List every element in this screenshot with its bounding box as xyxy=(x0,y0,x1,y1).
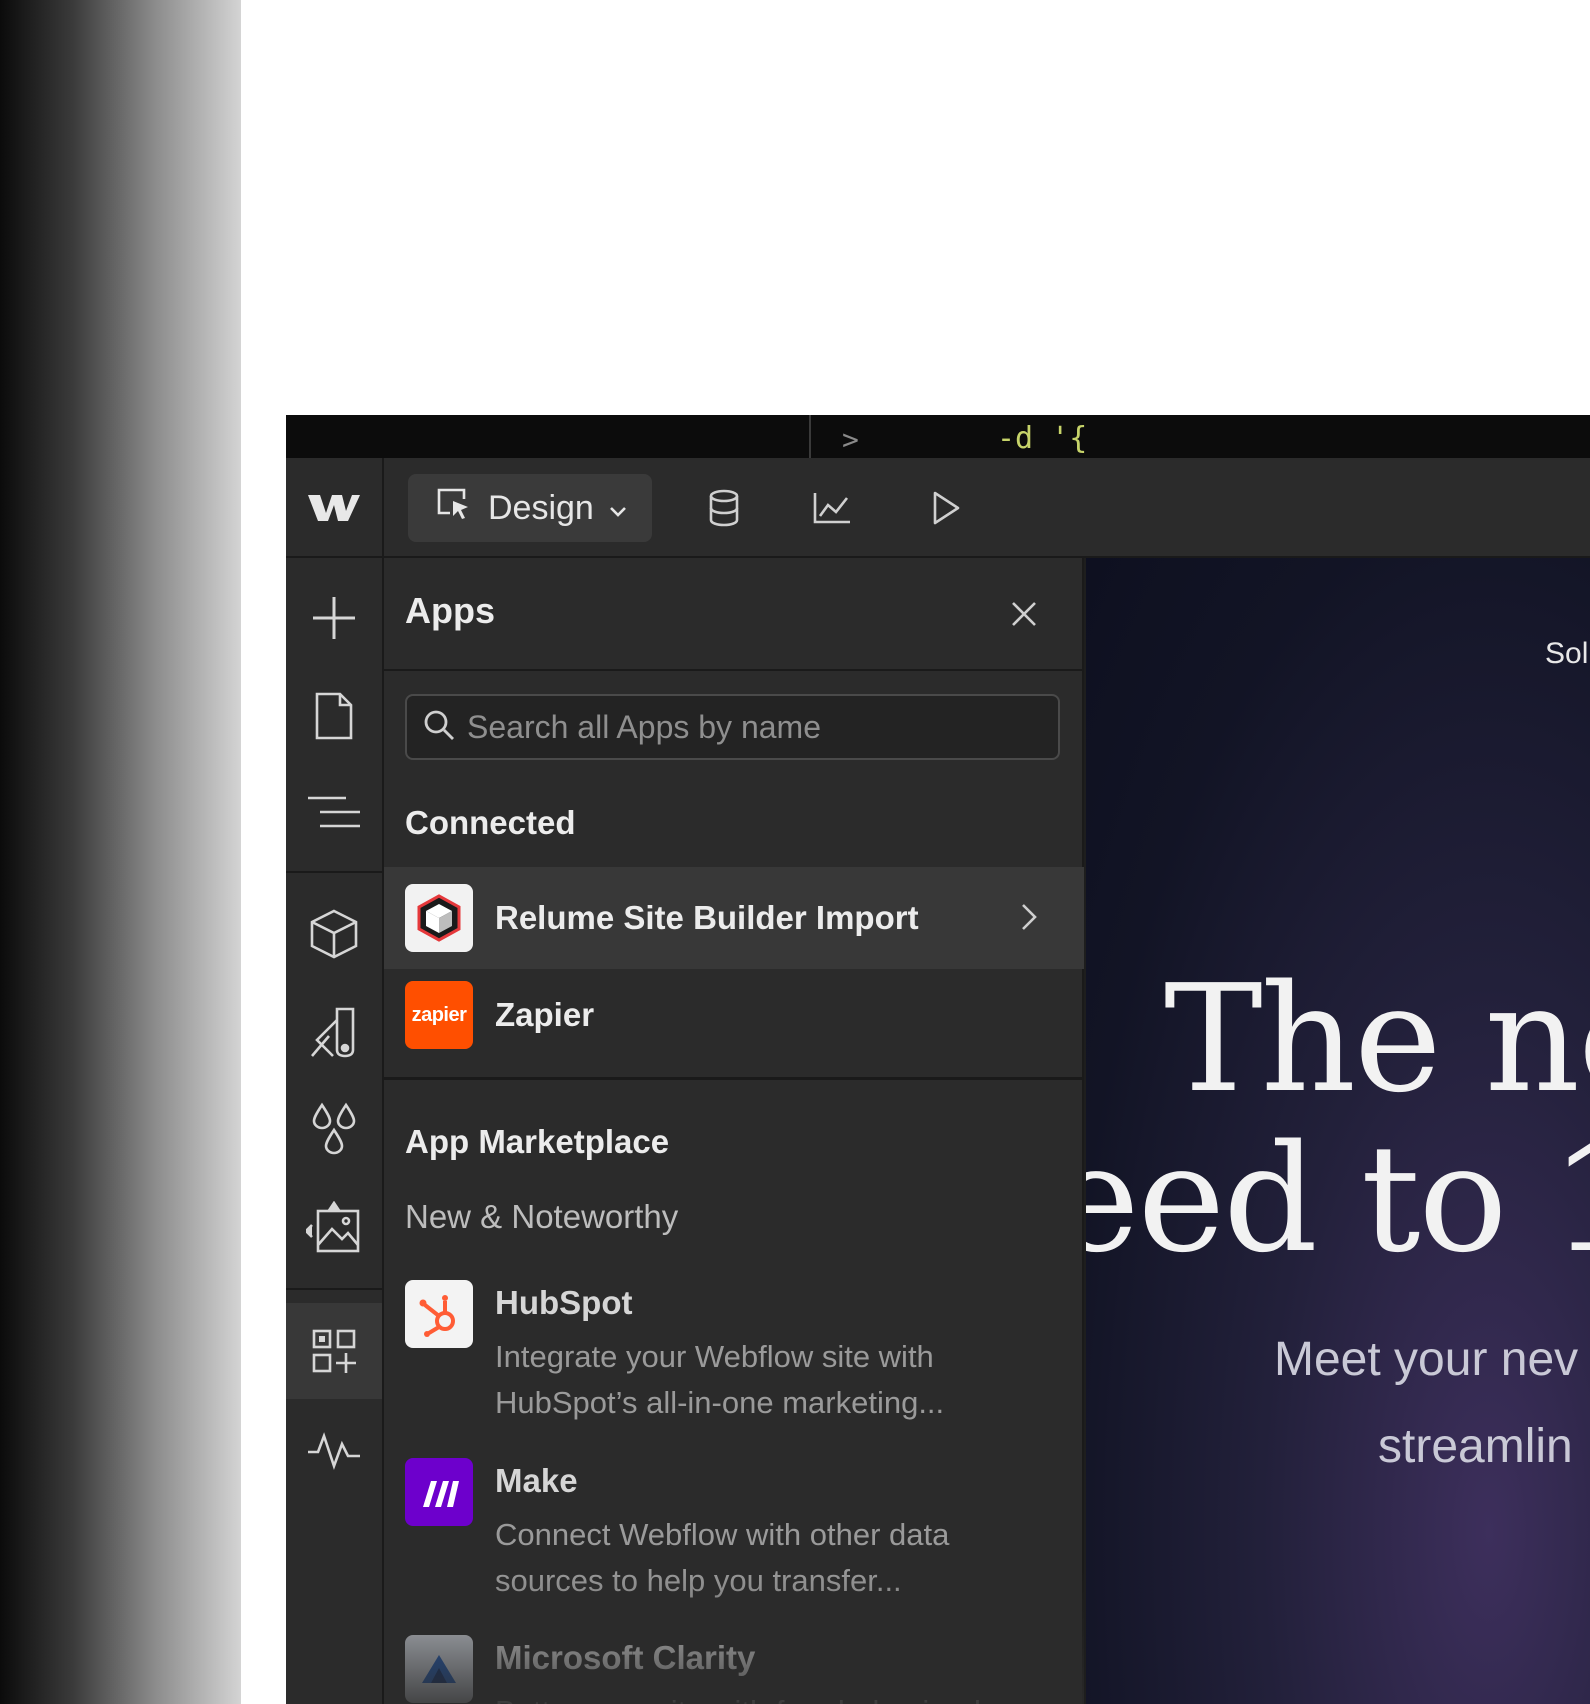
play-icon[interactable] xyxy=(924,486,968,530)
hero-subtitle-line1: Meet your nev xyxy=(1274,1333,1579,1386)
hero-heading-line2: eed to 1 xyxy=(1086,1113,1590,1285)
analytics-icon[interactable] xyxy=(810,486,854,530)
app-description: Integrate your Webflow site with HubSpot… xyxy=(495,1339,945,1420)
design-canvas[interactable]: Sol The ne eed to 1 Meet your nev stream… xyxy=(1086,558,1590,1704)
app-name: Relume Site Builder Import xyxy=(495,899,919,936)
left-sidebar xyxy=(286,558,384,1704)
search-input[interactable] xyxy=(467,708,1047,746)
apps-panel-header: Apps xyxy=(384,558,1084,671)
marketplace-subtitle: New & Noteworthy xyxy=(405,1198,679,1235)
panel-divider xyxy=(384,1077,1084,1080)
webflow-designer-window: > -d '{ Design Apps Search all Apps by n… xyxy=(286,415,1590,1704)
search-field xyxy=(405,694,1060,760)
search-icon xyxy=(423,709,455,746)
terminal-strip: > -d '{ xyxy=(286,415,1590,458)
assets-icon[interactable] xyxy=(286,1180,382,1276)
marketplace-title: App Marketplace xyxy=(405,1123,670,1160)
app-description: Connect Webflow with other data sources … xyxy=(495,1517,950,1598)
app-name: HubSpot xyxy=(495,1284,633,1321)
marketplace-item[interactable]: HubSpot Integrate your Webflow site with… xyxy=(384,1280,1084,1430)
connected-app-row[interactable]: zapier Zapier xyxy=(384,969,1084,1071)
apps-panel: Apps Connected Relume Site xyxy=(384,558,1084,1704)
apps-icon[interactable] xyxy=(286,1303,382,1399)
terminal-command: -d '{ xyxy=(997,421,1088,456)
top-toolbar: Design xyxy=(286,458,1590,558)
terminal-prompt: > xyxy=(842,423,859,456)
page-icon[interactable] xyxy=(286,668,382,764)
connected-title: Connected xyxy=(405,804,576,841)
chevron-down-icon xyxy=(608,489,628,528)
connected-app-row[interactable]: Relume Site Builder Import xyxy=(384,867,1084,969)
hubspot-icon xyxy=(405,1280,473,1348)
relume-icon xyxy=(405,884,473,952)
webflow-logo-icon[interactable] xyxy=(286,458,384,556)
design-cursor-icon xyxy=(434,485,472,532)
app-description: Better your site with free behavioral xyxy=(495,1689,1055,1704)
clarity-icon xyxy=(405,1635,473,1703)
app-name: Make xyxy=(495,1462,578,1499)
design-mode-dropdown[interactable]: Design xyxy=(408,474,652,542)
components-icon[interactable] xyxy=(286,886,382,982)
app-name: Microsoft Clarity xyxy=(495,1639,756,1676)
audit-icon[interactable] xyxy=(286,1402,382,1498)
zapier-icon: zapier xyxy=(405,981,473,1049)
database-icon[interactable] xyxy=(702,486,746,530)
panel-title: Apps xyxy=(405,590,495,631)
marketplace-item[interactable]: Make Connect Webflow with other data sou… xyxy=(384,1458,1084,1608)
canvas-nav-text: Sol xyxy=(1545,637,1589,670)
zapier-logo-text: zapier xyxy=(411,1003,467,1026)
navigator-icon[interactable] xyxy=(286,764,382,860)
variables-icon[interactable] xyxy=(286,1082,382,1178)
close-icon[interactable] xyxy=(1006,596,1042,632)
marketplace-item[interactable]: Microsoft Clarity Better your site with … xyxy=(384,1635,1084,1704)
add-icon[interactable] xyxy=(286,570,382,666)
app-name: Zapier xyxy=(495,996,595,1033)
terminal-divider xyxy=(809,415,811,458)
design-mode-label: Design xyxy=(488,488,594,527)
hero-subtitle-line2: streamlin xyxy=(1378,1420,1573,1473)
background-gradient xyxy=(0,0,241,1704)
hero-heading-line1: The ne xyxy=(1164,953,1590,1125)
sidebar-divider xyxy=(286,871,382,873)
sidebar-divider xyxy=(286,1288,382,1290)
make-icon xyxy=(405,1458,473,1526)
chevron-right-icon xyxy=(1020,902,1038,937)
style-manager-icon[interactable] xyxy=(286,984,382,1080)
